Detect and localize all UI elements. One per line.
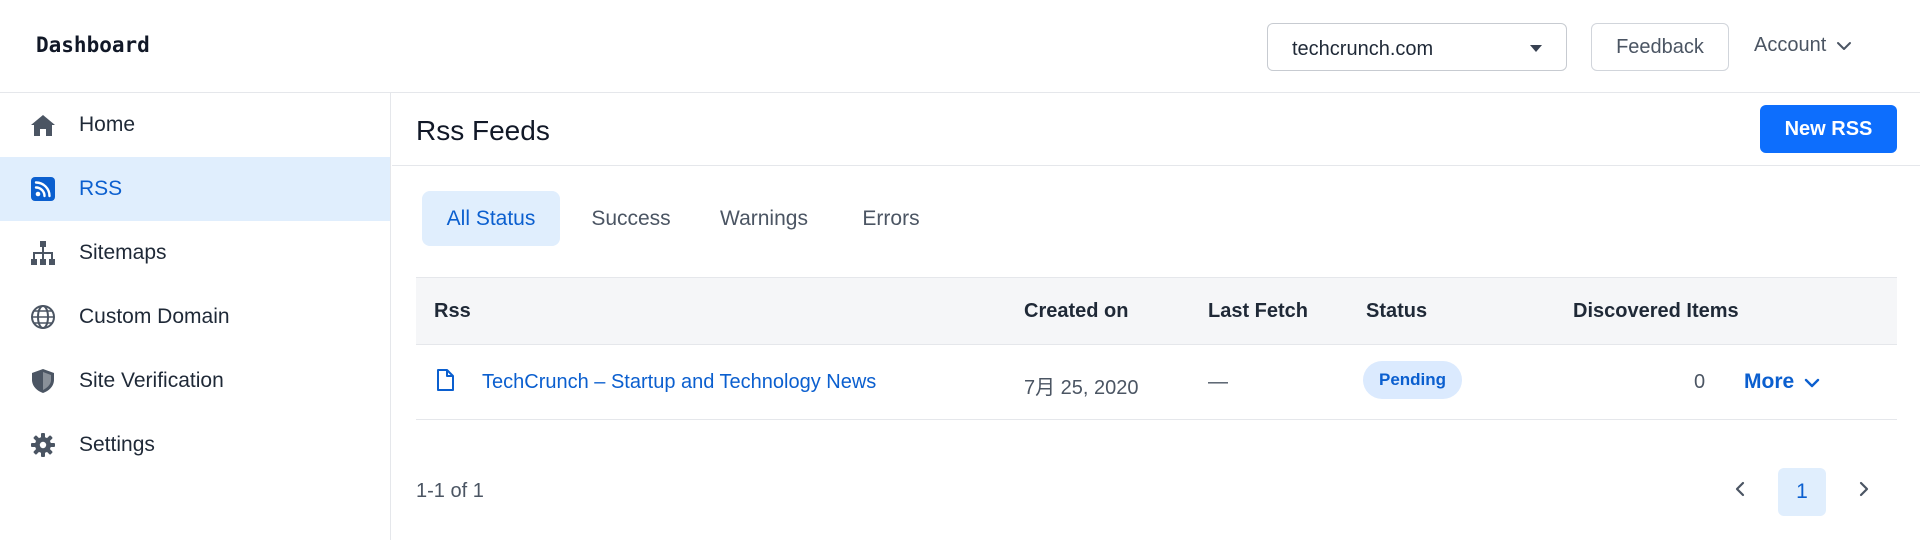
domain-select-value: techcrunch.com (1292, 38, 1434, 60)
sidebar: Home RSS Sitemaps Custom Domain Site Ver… (0, 93, 391, 540)
sidebar-item-label: Sitemaps (79, 241, 167, 264)
sidebar-item-site-verification[interactable]: Site Verification (0, 349, 390, 413)
sidebar-item-label: Site Verification (79, 369, 224, 392)
rss-icon (29, 175, 57, 203)
feedback-button[interactable]: Feedback (1591, 23, 1729, 71)
column-header-last-fetch: Last Fetch (1208, 300, 1309, 322)
tab-all-status[interactable]: All Status (422, 191, 560, 246)
tab-warnings[interactable]: Warnings (702, 191, 826, 246)
sidebar-item-label: RSS (79, 177, 123, 200)
page-number-button[interactable]: 1 (1778, 468, 1826, 516)
shield-icon (29, 367, 57, 395)
more-menu-button[interactable]: More (1744, 370, 1820, 394)
discovered-items-cell: 0 (1694, 371, 1706, 393)
status-badge: Pending (1363, 361, 1463, 399)
sidebar-item-label: Settings (79, 433, 155, 456)
top-bar: Dashboard techcrunch.com Feedback Accoun… (0, 0, 1920, 93)
sidebar-item-sitemaps[interactable]: Sitemaps (0, 221, 390, 285)
table-header: Rss Created on Last Fetch Status Discove… (416, 277, 1897, 345)
chevron-down-icon (1836, 34, 1852, 57)
previous-page-button[interactable] (1718, 468, 1762, 514)
sidebar-item-rss[interactable]: RSS (0, 157, 390, 221)
rss-feed-link[interactable]: TechCrunch – Startup and Technology News (482, 371, 876, 394)
page-header: Rss Feeds New RSS (392, 93, 1920, 166)
chevron-down-icon (1804, 370, 1820, 394)
chevron-right-icon (1859, 481, 1869, 502)
caret-down-icon (1530, 45, 1542, 52)
brand-title[interactable]: Dashboard (36, 33, 150, 57)
tab-success[interactable]: Success (578, 191, 684, 246)
column-header-rss: Rss (434, 300, 471, 322)
account-label: Account (1754, 34, 1827, 56)
column-header-status: Status (1366, 300, 1428, 322)
next-page-button[interactable] (1842, 468, 1886, 514)
column-header-created-on: Created on (1024, 300, 1129, 322)
sidebar-item-settings[interactable]: Settings (0, 413, 390, 477)
domain-select[interactable]: techcrunch.com (1267, 23, 1567, 71)
document-icon (436, 369, 454, 397)
table-row: TechCrunch – Startup and Technology News… (416, 345, 1897, 420)
sidebar-item-label: Custom Domain (79, 305, 230, 328)
more-label: More (1744, 370, 1795, 393)
sitemap-icon (29, 239, 57, 267)
main-content: Rss Feeds New RSS All Status Success War… (392, 93, 1920, 540)
new-rss-button[interactable]: New RSS (1760, 105, 1897, 153)
last-fetch-cell: — (1208, 371, 1228, 393)
column-header-discovered-items: Discovered Items (1573, 300, 1739, 322)
sidebar-item-custom-domain[interactable]: Custom Domain (0, 285, 390, 349)
sidebar-item-label: Home (79, 113, 136, 136)
created-on-cell: 7月 25, 2020 (1024, 377, 1139, 399)
tab-errors[interactable]: Errors (844, 191, 938, 246)
home-icon (29, 111, 57, 139)
globe-icon (29, 303, 57, 331)
chevron-left-icon (1735, 481, 1745, 502)
pagination-info: 1-1 of 1 (416, 480, 484, 502)
sidebar-item-home[interactable]: Home (0, 93, 390, 157)
gear-icon (29, 431, 57, 459)
account-menu[interactable]: Account (1754, 34, 1852, 57)
page-title: Rss Feeds (416, 115, 550, 146)
